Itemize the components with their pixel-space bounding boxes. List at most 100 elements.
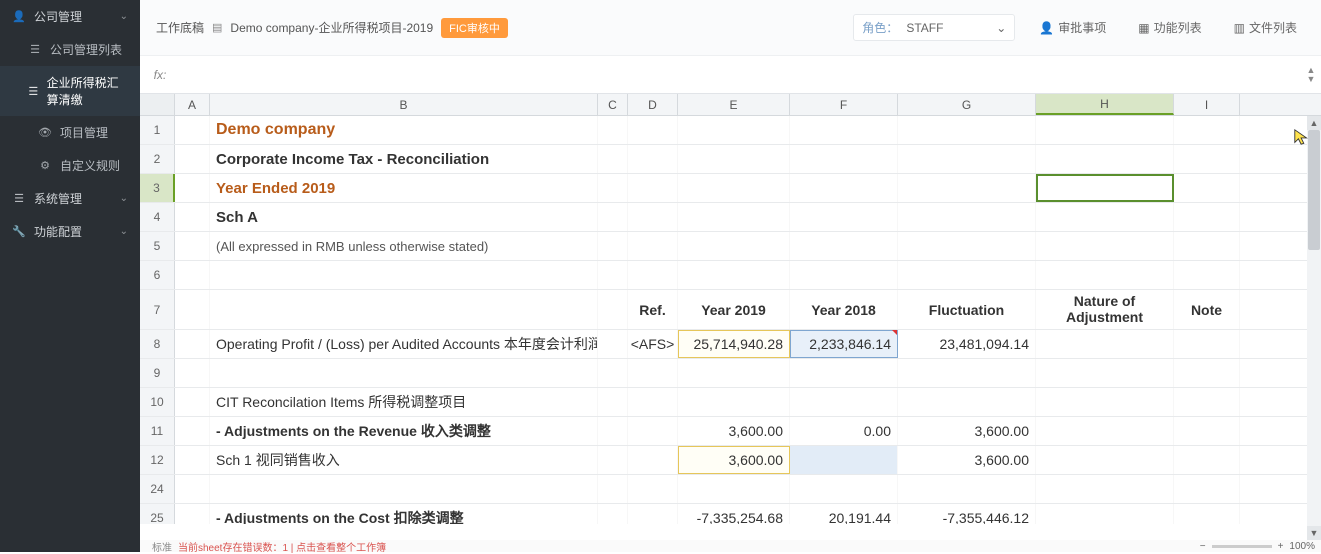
- cell[interactable]: [790, 174, 898, 202]
- cell[interactable]: [898, 359, 1036, 387]
- col-header-B[interactable]: B: [210, 94, 598, 115]
- status-text[interactable]: 当前sheet存在错误数：1 | 点击查看整个工作簿: [178, 539, 386, 554]
- cell[interactable]: [598, 290, 628, 329]
- cell[interactable]: [678, 203, 790, 231]
- cell[interactable]: [175, 417, 210, 445]
- cell[interactable]: [175, 504, 210, 524]
- col-header-F[interactable]: F: [790, 94, 898, 115]
- cell[interactable]: [598, 359, 628, 387]
- row-header[interactable]: 12: [140, 446, 175, 474]
- cell[interactable]: 23,481,094.14: [898, 330, 1036, 358]
- cell[interactable]: [1036, 232, 1174, 260]
- cell[interactable]: Ref.: [628, 290, 678, 329]
- cell[interactable]: [1174, 261, 1240, 289]
- cell[interactable]: [175, 388, 210, 416]
- cell[interactable]: [628, 359, 678, 387]
- cell[interactable]: Operating Profit / (Loss) per Audited Ac…: [210, 330, 598, 358]
- cell[interactable]: [628, 145, 678, 173]
- vertical-scrollbar[interactable]: ▲ ▼: [1307, 116, 1321, 540]
- cell[interactable]: [678, 174, 790, 202]
- cell[interactable]: [1174, 475, 1240, 503]
- cell[interactable]: [678, 359, 790, 387]
- cell[interactable]: -7,355,446.12: [898, 504, 1036, 524]
- cell[interactable]: [175, 203, 210, 231]
- cell[interactable]: Year 2019: [678, 290, 790, 329]
- cell[interactable]: [598, 446, 628, 474]
- cell[interactable]: [1174, 388, 1240, 416]
- cell[interactable]: [598, 388, 628, 416]
- cell[interactable]: [628, 261, 678, 289]
- cell[interactable]: 2,233,846.14: [790, 330, 898, 358]
- cell[interactable]: [598, 504, 628, 524]
- cell[interactable]: [898, 261, 1036, 289]
- cell[interactable]: [1174, 446, 1240, 474]
- cell[interactable]: [678, 261, 790, 289]
- cell[interactable]: [678, 388, 790, 416]
- sidebar-group-company[interactable]: 👤 公司管理 ⌄: [0, 0, 140, 33]
- cell[interactable]: [1174, 116, 1240, 144]
- cell[interactable]: [678, 232, 790, 260]
- functions-link[interactable]: ▦ 功能列表: [1130, 15, 1209, 40]
- row-header[interactable]: 6: [140, 261, 175, 289]
- cell[interactable]: Demo company: [210, 116, 598, 144]
- col-header-A[interactable]: A: [175, 94, 210, 115]
- sidebar-group-system[interactable]: ☰ 系统管理 ⌄: [0, 182, 140, 215]
- scroll-up-button[interactable]: ▲: [1307, 116, 1321, 130]
- cell[interactable]: -7,335,254.68: [678, 504, 790, 524]
- cell[interactable]: [1036, 359, 1174, 387]
- cell[interactable]: [175, 116, 210, 144]
- cell[interactable]: [898, 475, 1036, 503]
- cell[interactable]: [1036, 330, 1174, 358]
- cell[interactable]: [628, 203, 678, 231]
- cell[interactable]: [1036, 203, 1174, 231]
- cell[interactable]: [628, 504, 678, 524]
- cell[interactable]: [628, 116, 678, 144]
- zoom-slider[interactable]: [1212, 545, 1272, 548]
- cell[interactable]: [598, 203, 628, 231]
- cell[interactable]: [1036, 417, 1174, 445]
- cell[interactable]: Nature of Adjustment: [1036, 290, 1174, 329]
- row-header[interactable]: 5: [140, 232, 175, 260]
- row-header[interactable]: 11: [140, 417, 175, 445]
- cell[interactable]: [175, 446, 210, 474]
- role-selector[interactable]: 角色： STAFF ⌄: [853, 14, 1015, 41]
- cell[interactable]: [790, 232, 898, 260]
- row-header[interactable]: 2: [140, 145, 175, 173]
- sidebar-item-project[interactable]: 👁 项目管理: [0, 116, 140, 149]
- formula-input[interactable]: [180, 56, 1301, 93]
- zoom-in-button[interactable]: +: [1278, 541, 1284, 552]
- cell[interactable]: [1036, 475, 1174, 503]
- cell[interactable]: 20,191.44: [790, 504, 898, 524]
- row-header[interactable]: 8: [140, 330, 175, 358]
- cell[interactable]: [598, 232, 628, 260]
- cell[interactable]: [678, 116, 790, 144]
- cell[interactable]: CIT Reconcilation Items 所得税调整项目: [210, 388, 598, 416]
- cell[interactable]: <AFS>: [628, 330, 678, 358]
- cell[interactable]: [628, 446, 678, 474]
- cell[interactable]: [598, 116, 628, 144]
- row-header[interactable]: 25: [140, 504, 175, 524]
- cell[interactable]: - Adjustments on the Revenue 收入类调整: [210, 417, 598, 445]
- cell[interactable]: Year Ended 2019: [210, 174, 598, 202]
- col-header-G[interactable]: G: [898, 94, 1036, 115]
- sidebar-item-cit[interactable]: ☰ 企业所得税汇算清缴: [0, 66, 140, 116]
- cell[interactable]: [790, 261, 898, 289]
- cell[interactable]: 25,714,940.28: [678, 330, 790, 358]
- cell[interactable]: [790, 359, 898, 387]
- cell[interactable]: [175, 330, 210, 358]
- cell[interactable]: 3,600.00: [678, 446, 790, 474]
- col-header-D[interactable]: D: [628, 94, 678, 115]
- cell[interactable]: [175, 290, 210, 329]
- cell[interactable]: [1174, 330, 1240, 358]
- cell[interactable]: - Adjustments on the Cost 扣除类调整: [210, 504, 598, 524]
- formula-expand[interactable]: ▲▼: [1301, 66, 1321, 84]
- cell[interactable]: (All expressed in RMB unless otherwise s…: [210, 232, 598, 260]
- cell[interactable]: [1036, 116, 1174, 144]
- cell[interactable]: [790, 116, 898, 144]
- cell[interactable]: [1174, 145, 1240, 173]
- cell[interactable]: [1036, 261, 1174, 289]
- cell[interactable]: [598, 475, 628, 503]
- cell[interactable]: [898, 116, 1036, 144]
- cell[interactable]: [790, 203, 898, 231]
- sidebar-item-company-list[interactable]: ☰ 公司管理列表: [0, 33, 140, 66]
